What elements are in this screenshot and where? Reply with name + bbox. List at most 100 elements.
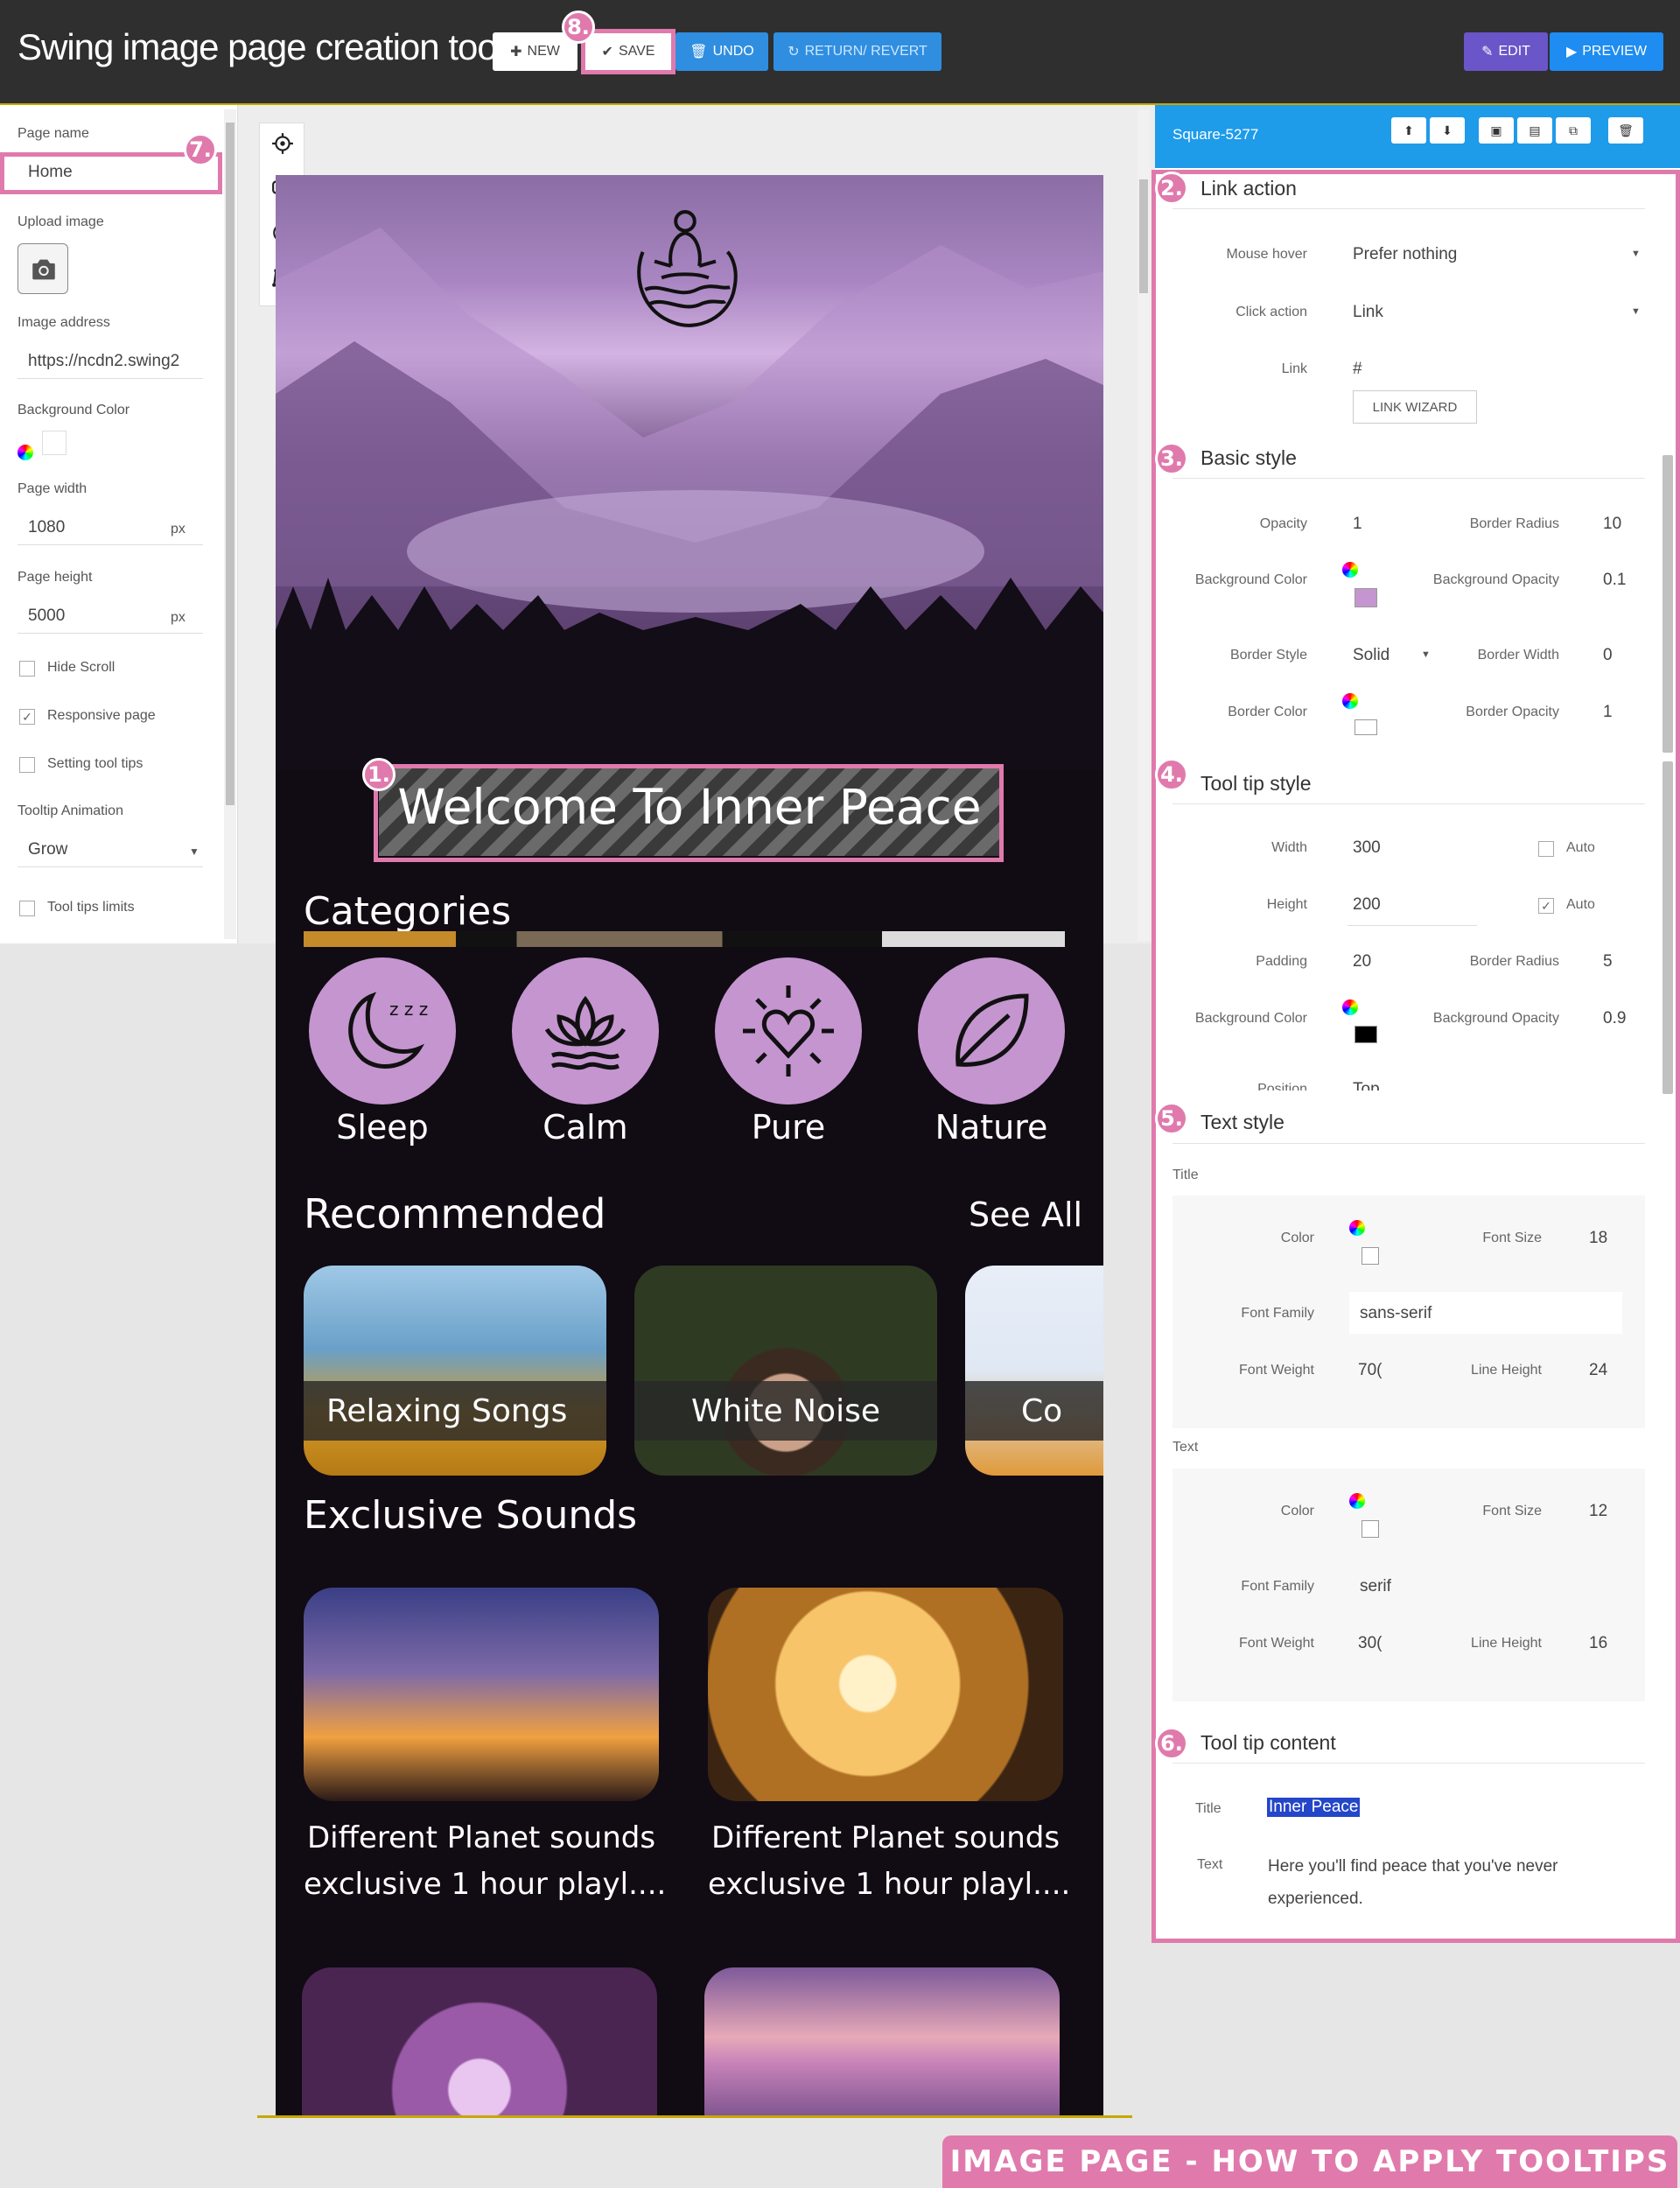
exclusive-card-image[interactable] (302, 1967, 657, 2116)
click-action-select[interactable]: Link (1353, 303, 1383, 322)
page-width-unit: px (171, 522, 186, 536)
page-width-input[interactable]: 1080 (28, 518, 65, 537)
recommended-card[interactable]: White Noise (634, 1266, 937, 1476)
tooltip-bg-opacity-input[interactable]: 0.9 (1603, 1009, 1626, 1028)
hide-scroll-checkbox[interactable] (19, 661, 35, 677)
panel-scrollbar-thumb[interactable] (1662, 761, 1673, 1094)
tooltip-text-line2[interactable]: experienced. (1268, 1890, 1363, 1909)
color-picker-icon[interactable] (1349, 1493, 1365, 1509)
tooltip-border-radius-input[interactable]: 5 (1603, 952, 1613, 971)
text-color-swatch[interactable] (1362, 1520, 1379, 1538)
undo-button[interactable]: 🗑 UNDO (676, 32, 768, 71)
tooltip-animation-select[interactable]: Grow (28, 840, 67, 859)
category-calm[interactable] (512, 957, 659, 1105)
width-auto-checkbox[interactable] (1538, 841, 1554, 857)
border-color-swatch[interactable] (1354, 719, 1377, 735)
save-button[interactable]: ✔ SAVE (584, 32, 672, 71)
new-button[interactable]: ✚ NEW (493, 32, 578, 71)
panel-scrollbar-thumb[interactable] (1662, 455, 1673, 753)
welcome-banner[interactable]: Welcome To Inner Peace (379, 767, 1000, 856)
move-down-button[interactable]: ⬇ (1430, 117, 1465, 144)
text-font-family-input[interactable]: serif (1360, 1577, 1391, 1596)
color-picker-icon[interactable] (1342, 693, 1358, 709)
text-line-height-input[interactable]: 16 (1589, 1634, 1607, 1653)
tooltip-position-select[interactable]: Top (1353, 1080, 1380, 1090)
hero-image (276, 175, 1103, 770)
object-header: Square-5277 ⬆ ⬇ ▣ ▤ ⧉ 🗑 (1155, 105, 1680, 168)
tooltip-title-input[interactable]: Inner Peace (1267, 1798, 1361, 1817)
move-up-button[interactable]: ⬆ (1391, 117, 1426, 144)
page-settings-panel: Page name Home Upload image Image addres… (0, 105, 238, 943)
bg-opacity-input[interactable]: 0.1 (1603, 571, 1626, 590)
upload-image-label: Upload image (18, 214, 104, 229)
link-input[interactable]: # (1353, 360, 1362, 379)
title-font-weight-input[interactable]: 70( (1358, 1361, 1382, 1380)
border-radius-input[interactable]: 10 (1603, 515, 1621, 534)
tooltip-width-input[interactable]: 300 (1353, 838, 1381, 858)
exclusive-card-image[interactable] (704, 1967, 1060, 2116)
bg-color-swatch[interactable] (1354, 588, 1377, 607)
bring-front-button[interactable]: ▣ (1479, 117, 1514, 144)
title-color-swatch[interactable] (1362, 1247, 1379, 1265)
responsive-checkbox[interactable]: ✓ (19, 709, 35, 725)
bg-color-swatch[interactable] (42, 431, 66, 455)
tooltip-padding-input[interactable]: 20 (1353, 952, 1371, 971)
page-height-input[interactable]: 5000 (28, 607, 65, 626)
exclusive-card-image[interactable] (708, 1588, 1063, 1801)
preview-button[interactable]: ▶ PREVIEW (1550, 32, 1663, 71)
color-picker-icon[interactable] (1342, 562, 1358, 578)
title-font-family-field[interactable]: sans-serif (1349, 1292, 1622, 1334)
tooltip-text-line1[interactable]: Here you'll find peace that you've never (1268, 1857, 1558, 1876)
title-color-label: Color (1280, 1231, 1314, 1245)
color-picker-icon[interactable] (18, 445, 33, 460)
send-back-button[interactable]: ▤ (1517, 117, 1552, 144)
welcome-text: Welcome To Inner Peace (397, 779, 982, 835)
category-sleep[interactable]: z z z (309, 957, 456, 1105)
crosshair-icon[interactable] (271, 132, 294, 155)
color-picker-icon[interactable] (1349, 1220, 1365, 1236)
page-canvas[interactable]: Welcome To Inner Peace Categories z z z … (276, 175, 1103, 2116)
recommended-card[interactable]: Relaxing Songs (304, 1266, 606, 1476)
text-group-label: Text (1172, 1440, 1199, 1455)
text-font-weight-input[interactable]: 30( (1358, 1634, 1382, 1653)
svg-text:z z z: z z z (389, 999, 428, 1020)
border-opacity-input[interactable]: 1 (1603, 703, 1613, 722)
title-font-family-label: Font Family (1241, 1306, 1314, 1321)
tooltip-limits-checkbox[interactable] (19, 901, 35, 916)
revert-button[interactable]: ↻ RETURN/ REVERT (774, 32, 942, 71)
exclusive-card-image[interactable] (304, 1588, 659, 1801)
title-line-height-input[interactable]: 24 (1589, 1361, 1607, 1380)
border-radius-label: Border Radius (1469, 516, 1559, 531)
delete-button[interactable]: 🗑 (1608, 117, 1643, 144)
link-wizard-button[interactable]: LINK WIZARD (1353, 390, 1477, 424)
image-address-input[interactable]: https://ncdn2.swing2 (28, 352, 203, 371)
tooltips-checkbox[interactable] (19, 757, 35, 773)
recommended-card[interactable]: Co (965, 1266, 1103, 1476)
bg-opacity-label: Background Opacity (1432, 572, 1559, 587)
chevron-down-icon: ▼ (1631, 249, 1641, 259)
mouse-hover-select[interactable]: Prefer nothing (1353, 245, 1457, 264)
page-name-input[interactable]: Home (28, 163, 73, 182)
duplicate-button[interactable]: ⧉ (1556, 117, 1591, 144)
canvas-scrollbar-thumb[interactable] (1139, 179, 1148, 293)
opacity-input[interactable]: 1 (1353, 515, 1362, 534)
see-all-link[interactable]: See All (969, 1196, 1082, 1234)
tooltip-bg-color-swatch[interactable] (1354, 1026, 1377, 1043)
border-style-select[interactable]: Solid (1353, 646, 1390, 665)
color-picker-icon[interactable] (1342, 999, 1358, 1015)
border-opacity-label: Border Opacity (1466, 705, 1559, 719)
edit-button[interactable]: ✎ EDIT (1464, 32, 1548, 71)
edit-icon: ✎ (1481, 45, 1494, 60)
tooltip-height-input[interactable]: 200 (1353, 895, 1381, 915)
height-auto-checkbox[interactable]: ✓ (1538, 898, 1554, 914)
tooltip-padding-label: Padding (1256, 954, 1307, 969)
left-scrollbar-thumb[interactable] (226, 123, 234, 805)
text-font-size-input[interactable]: 12 (1589, 1502, 1607, 1521)
title-font-weight-label: Font Weight (1239, 1363, 1314, 1378)
border-width-input[interactable]: 0 (1603, 646, 1613, 665)
upload-image-button[interactable] (18, 243, 68, 294)
category-pure[interactable] (715, 957, 862, 1105)
play-icon: ▶ (1565, 45, 1578, 60)
category-nature[interactable] (918, 957, 1065, 1105)
title-font-size-input[interactable]: 18 (1589, 1229, 1607, 1248)
